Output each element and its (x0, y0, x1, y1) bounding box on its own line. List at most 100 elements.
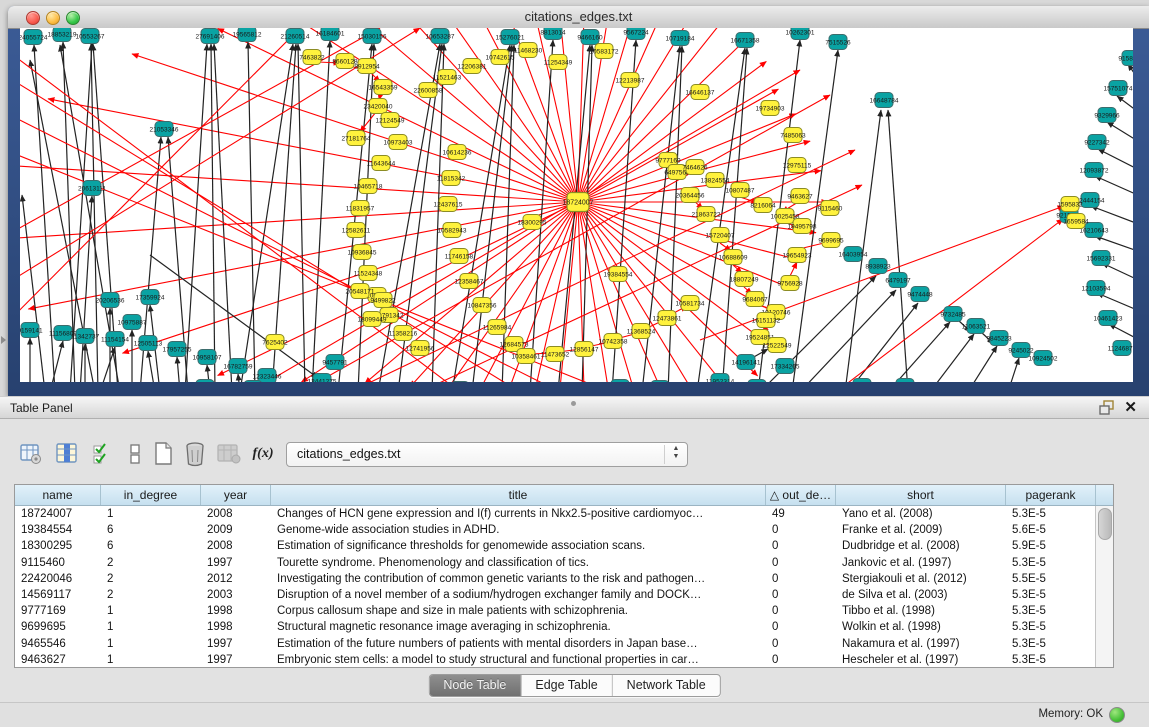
graph-node[interactable]: 10975887 (118, 315, 147, 330)
graph-node[interactable]: 10653287 (426, 29, 455, 44)
graph-node[interactable]: 11468230 (514, 43, 543, 58)
table-row[interactable]: 911546021997Tourette syndrome. Phenomeno… (15, 555, 1096, 571)
graph-node[interactable]: 15030156 (358, 29, 387, 44)
graph-node[interactable]: 9329966 (1094, 108, 1120, 123)
graph-node[interactable]: 19654923 (783, 248, 812, 263)
graph-node[interactable]: 10973403 (384, 135, 413, 150)
column-header-outde[interactable]: △ out_de… (766, 485, 836, 505)
scrollbar-thumb[interactable] (1098, 508, 1112, 540)
graph-node[interactable]: 9756928 (777, 276, 803, 291)
graph-node[interactable]: 9474448 (907, 287, 933, 302)
delete-table-icon[interactable] (214, 438, 244, 470)
graph-node[interactable]: 27181764 (342, 131, 371, 146)
graph-node[interactable]: 7625402 (262, 335, 288, 350)
graph-node[interactable]: 16646137 (686, 85, 715, 100)
splitter-handle[interactable] (571, 401, 576, 406)
graph-node[interactable]: 24055724 (20, 30, 48, 45)
graph-node[interactable]: 9115460 (818, 201, 843, 216)
graph-node[interactable]: 10614236 (443, 145, 472, 160)
graph-node[interactable]: 10958107 (193, 350, 222, 365)
delete-column-icon[interactable] (180, 438, 210, 470)
hub-node[interactable]: 18724007 (562, 193, 593, 212)
graph-node[interactable]: 11952314 (706, 374, 735, 383)
graph-node[interactable]: 12975115 (783, 158, 812, 173)
graph-node[interactable]: 17334265 (771, 359, 800, 374)
graph-node[interactable]: 6479197 (885, 273, 911, 288)
graph-node[interactable]: 11358216 (389, 326, 418, 341)
graph-node[interactable]: 8216064 (750, 198, 776, 213)
graph-node[interactable]: 19565812 (233, 28, 262, 42)
table-row[interactable]: 946554611997Estimation of the future num… (15, 636, 1096, 652)
column-header-title[interactable]: title (271, 485, 766, 505)
show-column-icon[interactable] (52, 438, 82, 470)
graph-node[interactable]: 7485063 (780, 128, 806, 143)
graph-node[interactable]: 17359924 (136, 290, 165, 305)
graph-node[interactable]: 12103594 (1082, 281, 1111, 296)
graph-node[interactable]: 10262301 (786, 28, 815, 40)
graph-node[interactable]: 14196141 (732, 355, 761, 370)
table-mode-icon[interactable] (16, 438, 46, 470)
float-panel-icon[interactable] (1099, 400, 1115, 415)
graph-node[interactable]: 15751074 (1104, 81, 1133, 96)
graph-node[interactable]: 18300295 (518, 215, 547, 230)
graph-node[interactable]: 10553267 (76, 29, 105, 44)
table-row[interactable]: 1830029562008Estimation of significance … (15, 538, 1096, 554)
graph-node[interactable]: 9227342 (1084, 135, 1110, 150)
graph-node[interactable]: 9521473 (892, 379, 918, 383)
graph-node[interactable]: 9463627 (787, 189, 813, 204)
graph-node[interactable]: 9158243 (1118, 51, 1133, 66)
graph-node[interactable]: 19734903 (756, 101, 785, 116)
graph-node[interactable]: 9466160 (577, 30, 603, 45)
close-panel-icon[interactable]: ✕ (1124, 398, 1137, 416)
graph-node[interactable]: 11643644 (367, 156, 396, 171)
graph-node[interactable]: 11246875 (1108, 341, 1133, 356)
column-header-short[interactable]: short (836, 485, 1006, 505)
graph-node[interactable]: 9159141 (20, 323, 43, 338)
graph-node[interactable]: 12856147 (570, 342, 599, 357)
tab-node-table[interactable]: Node Table (429, 675, 521, 696)
graph-node[interactable]: 10847356 (468, 298, 497, 313)
table-row[interactable]: 1872400712008Changes of HCN gene express… (15, 506, 1096, 522)
table-row[interactable]: 969969511998Structural magnetic resonanc… (15, 619, 1096, 635)
graph-node[interactable]: 10719184 (666, 31, 695, 46)
graph-node[interactable]: 11254349 (544, 55, 573, 70)
graph-node[interactable]: 20364456 (676, 188, 705, 203)
table-row[interactable]: 977716911998Corpus callosum shape and si… (15, 603, 1096, 619)
graph-node[interactable]: 14526147 (446, 382, 475, 383)
graph-node[interactable]: 21863722 (692, 207, 721, 222)
graph-node[interactable]: 11746158 (445, 249, 474, 264)
window-titlebar[interactable]: citations_edges.txt (8, 6, 1149, 29)
graph-node[interactable]: 18853219 (48, 28, 77, 42)
graph-node[interactable]: 10807487 (726, 183, 755, 198)
graph-node[interactable]: 10461423 (1094, 311, 1123, 326)
graph-node[interactable]: 15692331 (1087, 251, 1116, 266)
graph-node[interactable]: 11831957 (346, 201, 375, 216)
graph-node[interactable]: 10742358 (599, 334, 628, 349)
graph-node[interactable]: 12323446 (253, 369, 282, 383)
graph-node[interactable]: 10583172 (590, 44, 619, 59)
column-header-name[interactable]: name (15, 485, 101, 505)
graph-node[interactable]: 9505135 (192, 380, 218, 383)
network-canvas[interactable]: 240557241885321910553267 27691406 19565812… (20, 28, 1133, 382)
table-selector-dropdown[interactable]: citations_edges.txt ▲▼ (286, 442, 688, 467)
column-header-indegree[interactable]: in_degree (101, 485, 201, 505)
rows-icon[interactable] (120, 438, 150, 470)
graph-node[interactable]: 9732485 (940, 307, 966, 322)
table-row[interactable]: 1456911722003Disruption of a novel membe… (15, 587, 1096, 603)
graph-node[interactable]: 12206381 (458, 59, 487, 74)
graph-node[interactable]: 22600858 (414, 83, 443, 98)
graph-node[interactable]: 7515526 (825, 35, 851, 50)
graph-node[interactable]: 12083648 (646, 381, 675, 383)
graph-node[interactable]: 12124549 (376, 113, 405, 128)
graph-node[interactable]: 21260514 (281, 29, 310, 44)
function-builder-icon[interactable]: f(x) (248, 438, 278, 470)
graph-node[interactable]: 16184601 (316, 28, 345, 41)
graph-node[interactable]: 9699695 (818, 233, 844, 248)
graph-node[interactable]: 16648784 (870, 93, 899, 108)
table-vertical-scrollbar[interactable] (1095, 506, 1113, 667)
tab-edge-table[interactable]: Edge Table (521, 675, 612, 696)
new-column-icon[interactable] (148, 438, 178, 470)
graph-node[interactable]: 12213987 (616, 73, 645, 88)
graph-node[interactable]: 27691406 (196, 29, 225, 44)
graph-node[interactable]: 7464626 (682, 160, 708, 175)
